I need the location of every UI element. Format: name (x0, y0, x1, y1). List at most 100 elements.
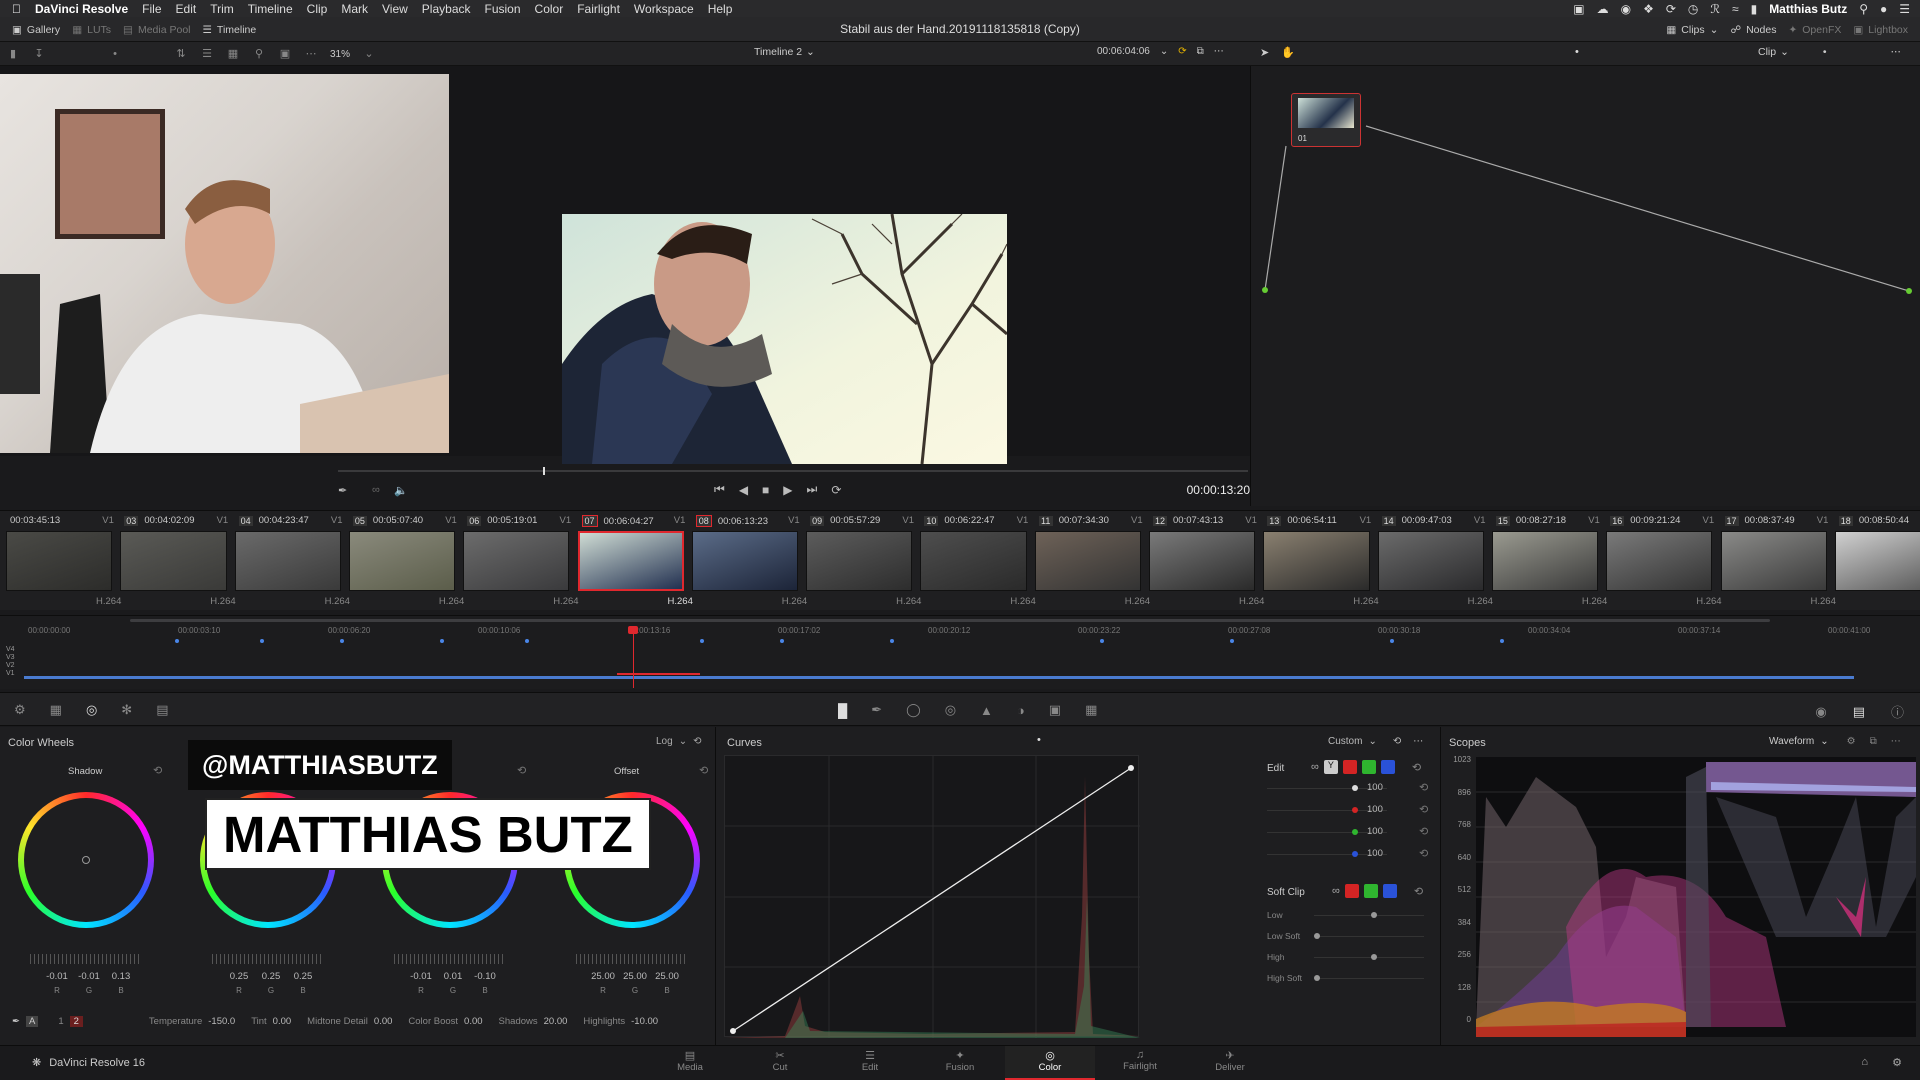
channel-intensity-value[interactable]: 100 (1367, 804, 1383, 815)
temperature-value[interactable]: -150.0 (208, 1016, 235, 1027)
curves-icon[interactable]: █ (838, 703, 847, 718)
apple-icon[interactable]:  (12, 2, 21, 16)
channel-b-button[interactable]: B (1380, 760, 1395, 774)
import-icon[interactable]: ↧ (32, 47, 46, 61)
zoom-level[interactable]: 31% (330, 49, 350, 60)
shadows-value[interactable]: 20.00 (544, 1016, 568, 1027)
info-icon[interactable]: ⓘ (1891, 702, 1904, 721)
wheel-value[interactable]: -0.01 (74, 971, 104, 982)
notification-icon[interactable]: ☰ (1899, 2, 1910, 16)
highlights-value[interactable]: -10.00 (631, 1016, 658, 1027)
menu-fusion[interactable]: Fusion (485, 2, 521, 16)
softclip-g-button[interactable] (1363, 884, 1378, 898)
channel-intensity-value[interactable]: 100 (1367, 782, 1383, 793)
more-icon[interactable]: ⋯ (1891, 46, 1902, 58)
eyedropper-icon[interactable]: ✒ (338, 484, 347, 497)
volume-icon[interactable]: 🔈 (394, 484, 408, 497)
wheel-value[interactable]: 25.00 (620, 971, 650, 982)
dot-icon[interactable]: • (108, 47, 122, 61)
wheel-master-slider[interactable] (212, 954, 324, 964)
panel-toggle-icon[interactable]: ▮ (6, 47, 20, 61)
clip-thumbnail[interactable] (1149, 531, 1256, 591)
step-back-icon[interactable]: ◀ (739, 483, 748, 497)
soft-clip-knob[interactable] (1314, 933, 1320, 939)
blur-icon[interactable]: ◑ (1017, 703, 1025, 718)
wheel-master-slider[interactable] (394, 954, 506, 964)
channel-intensity-value[interactable]: 100 (1367, 848, 1383, 859)
hand-icon[interactable]: ✋ (1281, 46, 1295, 59)
user-name[interactable]: Matthias Butz (1769, 2, 1847, 16)
3d-icon[interactable]: ◉ (1815, 704, 1826, 720)
link-icon[interactable]: ∞ (1332, 885, 1340, 897)
clip-marker[interactable] (1100, 639, 1104, 643)
clip-mode-selector[interactable]: Clip (1758, 46, 1776, 58)
siri-icon[interactable]: ● (1880, 2, 1887, 16)
soft-clip-knob[interactable] (1371, 954, 1377, 960)
fit-icon[interactable]: ▣ (278, 47, 292, 61)
menu-timeline[interactable]: Timeline (248, 2, 293, 16)
menu-color[interactable]: Color (535, 2, 564, 16)
reset-icon[interactable]: ⟲ (153, 764, 162, 777)
clip-marker[interactable] (175, 639, 179, 643)
grid-view-icon[interactable]: ▦ (226, 47, 240, 61)
cloud-icon[interactable]: ☁ (1597, 2, 1609, 16)
playhead[interactable] (633, 628, 634, 688)
reset-icon[interactable]: ⟲ (1393, 736, 1401, 747)
channel-g-button[interactable]: G (1361, 760, 1376, 774)
source-timecode[interactable]: 00:06:04:06 (1097, 46, 1150, 57)
reset-icon[interactable]: ⟲ (1419, 825, 1428, 838)
chevron-down-icon[interactable]: ⌄ (679, 736, 687, 747)
rgb-mixer-icon[interactable]: ✻ (121, 702, 132, 718)
clip-marker[interactable] (440, 639, 444, 643)
menu-clip[interactable]: Clip (307, 2, 328, 16)
fullscreen-icon[interactable]: ⧉ (1197, 46, 1204, 57)
curve-graph[interactable] (724, 755, 1140, 1038)
clip-marker[interactable] (340, 639, 344, 643)
menu-edit[interactable]: Edit (176, 2, 197, 16)
page-tab-fairlight[interactable]: ♫ Fairlight (1095, 1046, 1185, 1080)
chevron-down-icon[interactable]: ⌄ (1160, 46, 1168, 57)
clip-marker[interactable] (1390, 639, 1394, 643)
screen-icon[interactable]: ▣ (1573, 2, 1584, 16)
magic-mask-icon[interactable]: ▲ (980, 703, 993, 718)
sizing-icon[interactable]: ▦ (1085, 702, 1097, 718)
timeline-ruler[interactable]: 00:00:00:00 00:00:03:10 00:00:06:20 00:00:1… (20, 626, 1910, 646)
clip-thumbnail[interactable] (920, 531, 1027, 591)
reset-icon[interactable]: ⟲ (1419, 781, 1428, 794)
more-icon[interactable]: ⋯ (304, 47, 318, 61)
scrubber[interactable] (338, 467, 1248, 475)
more-icon[interactable]: ⋯ (1214, 46, 1224, 57)
soft-clip-slider[interactable] (1314, 957, 1424, 958)
key-icon[interactable]: ▣ (1049, 702, 1061, 718)
viewer-image[interactable] (562, 214, 1007, 464)
wheel-value[interactable]: -0.01 (42, 971, 72, 982)
dropbox-icon[interactable]: ❖ (1643, 2, 1654, 16)
wheels-page-2[interactable]: 2 (69, 1016, 83, 1027)
lightbox-button[interactable]: ▣ Lightbox (1847, 17, 1914, 42)
clip-thumbnail[interactable] (1491, 531, 1599, 591)
channel-y-button[interactable]: Y (1323, 760, 1338, 774)
menu-trim[interactable]: Trim (210, 2, 234, 16)
soft-clip-slider[interactable] (1314, 978, 1424, 979)
wheel-value[interactable]: 0.25 (256, 971, 286, 982)
wheel-value[interactable]: -0.01 (406, 971, 436, 982)
soft-clip-knob[interactable] (1371, 912, 1377, 918)
link-icon[interactable]: ∞ (372, 484, 380, 496)
stop-icon[interactable]: ■ (762, 483, 769, 497)
scopes-icon[interactable]: ▤ (1853, 704, 1865, 720)
chevron-down-icon[interactable]: ⌄ (1368, 736, 1376, 747)
color-wheel[interactable] (18, 792, 154, 928)
v1-track-bar[interactable] (24, 676, 1854, 679)
wheel-master-slider[interactable] (576, 954, 688, 964)
clip-thumbnail[interactable] (463, 531, 570, 591)
camera-raw-icon[interactable]: ⚙ (14, 702, 26, 718)
window-icon[interactable]: ◯ (906, 702, 921, 718)
wheels-page-1[interactable]: 1 (58, 1016, 63, 1027)
battery-icon[interactable]: ▮ (1751, 2, 1758, 16)
loop-icon[interactable]: ⟳ (831, 483, 841, 497)
clip-marker[interactable] (890, 639, 894, 643)
menu-mark[interactable]: Mark (341, 2, 368, 16)
clip-thumbnail[interactable] (234, 531, 341, 591)
soft-clip-slider[interactable] (1314, 936, 1424, 937)
search-icon[interactable]: ⚲ (1859, 2, 1868, 16)
